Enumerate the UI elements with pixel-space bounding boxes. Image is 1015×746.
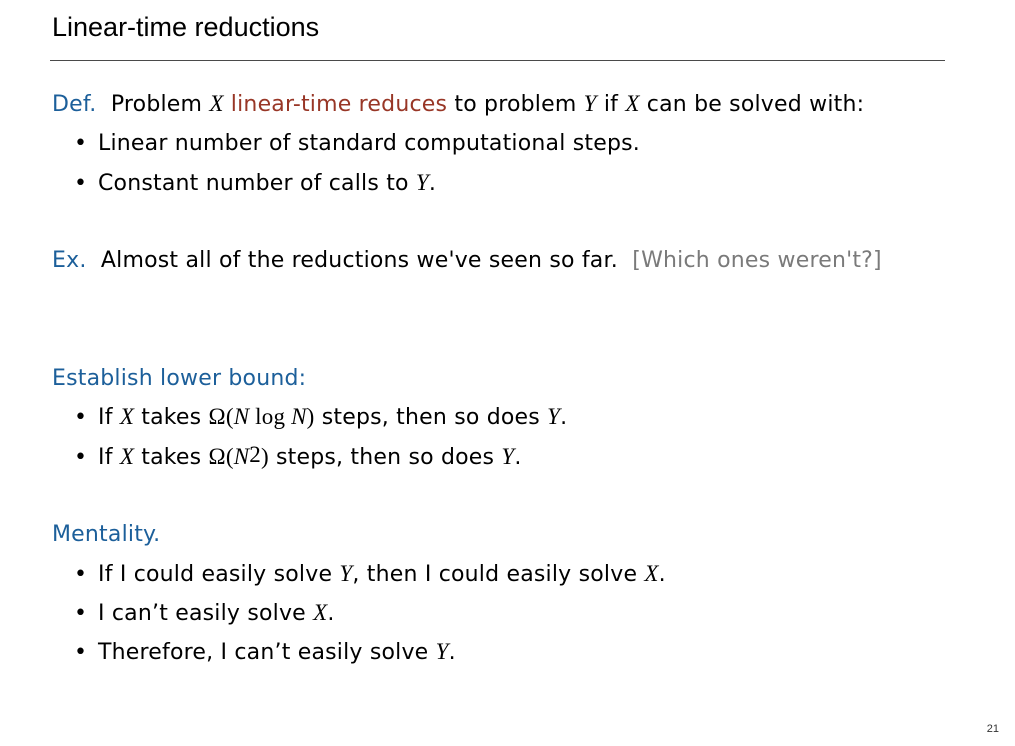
lb1-text-3: steps, then so does bbox=[314, 405, 548, 430]
def-var-x: X bbox=[209, 91, 224, 116]
m3-var-y: Y bbox=[435, 639, 449, 664]
def-text-3: if bbox=[596, 92, 626, 117]
def-label: Def. bbox=[52, 92, 97, 117]
lb2-text-1: If bbox=[98, 445, 120, 470]
lb2-exponent: 2 bbox=[249, 442, 261, 467]
m2-text: I can’t easily solve bbox=[98, 601, 314, 626]
m1-var-y: Y bbox=[339, 561, 353, 586]
lb2-var-y: Y bbox=[501, 444, 515, 469]
bullet-icon: • bbox=[74, 171, 88, 196]
page-number: 21 bbox=[986, 723, 999, 735]
bullet-icon: • bbox=[74, 640, 88, 665]
lb1-var-y: Y bbox=[547, 404, 561, 429]
ex-aside: [Which ones weren't?] bbox=[632, 248, 882, 273]
lb2-var-x: X bbox=[119, 444, 135, 469]
lb2-text-3: steps, then so does bbox=[268, 445, 502, 470]
example-line: Ex. Almost all of the reductions we've s… bbox=[52, 247, 882, 275]
lb2-text-2: takes bbox=[134, 445, 209, 470]
m2-var-x: X bbox=[313, 600, 328, 625]
lb1-text-2: takes bbox=[134, 405, 209, 430]
m1-var-x: X bbox=[644, 561, 659, 586]
lb2-close: ) bbox=[260, 444, 269, 469]
m3-end: . bbox=[448, 640, 456, 665]
lb2-omega: Ω( bbox=[208, 444, 234, 469]
bullet-icon: • bbox=[74, 445, 88, 470]
m3-text: Therefore, I can’t easily solve bbox=[98, 640, 436, 665]
def-var-x2: X bbox=[625, 91, 640, 116]
def-var-y: Y bbox=[583, 91, 597, 116]
lb1-omega: Ω( bbox=[208, 404, 234, 429]
m1-end: . bbox=[658, 562, 666, 587]
def-text-2: to problem bbox=[447, 92, 584, 117]
lb2-end: . bbox=[514, 445, 522, 470]
def-bullet-2-end: . bbox=[428, 171, 437, 196]
def-text-4: can be solved with: bbox=[639, 92, 865, 117]
title-divider bbox=[50, 60, 945, 61]
lb1-log: log bbox=[249, 404, 292, 429]
def-bullet-1: Linear number of standard computational … bbox=[98, 131, 640, 156]
lb1-n2: N bbox=[291, 404, 307, 429]
slide-title: Linear-time reductions bbox=[52, 12, 320, 42]
def-highlight: linear-time reduces bbox=[223, 92, 448, 117]
mentality-heading: Mentality. bbox=[52, 522, 161, 547]
lb1-text-1: If bbox=[98, 405, 120, 430]
list-item: • If X takes Ω(N log N) steps, then so do… bbox=[74, 403, 567, 432]
bullet-icon: • bbox=[74, 601, 88, 626]
list-item: • Constant number of calls to Y. bbox=[74, 169, 436, 198]
lb1-end: . bbox=[560, 405, 568, 430]
lb1-close: ) bbox=[306, 404, 315, 429]
ex-text: Almost all of the reductions we've seen … bbox=[93, 248, 618, 273]
bullet-icon: • bbox=[74, 131, 88, 156]
def-bullet-2-var: Y bbox=[415, 170, 429, 195]
def-text-1: Problem bbox=[110, 92, 210, 117]
m1-text-2: , then I could easily solve bbox=[352, 562, 645, 587]
lower-bound-heading: Establish lower bound: bbox=[52, 366, 307, 391]
bullet-icon: • bbox=[74, 562, 88, 587]
definition-line: Def. Problem X linear-time reduces to pr… bbox=[52, 90, 864, 119]
bullet-icon: • bbox=[74, 405, 88, 430]
list-item: • If I could easily solve Y, then I could… bbox=[74, 560, 666, 589]
list-item: • Linear number of standard computational… bbox=[74, 130, 640, 158]
m1-text-1: If I could easily solve bbox=[98, 562, 340, 587]
ex-label: Ex. bbox=[52, 248, 87, 273]
list-item: • Therefore, I can’t easily solve Y. bbox=[74, 638, 456, 667]
list-item: • If X takes Ω(N2) steps, then so does Y. bbox=[74, 442, 522, 472]
lb1-n1: N bbox=[233, 404, 250, 429]
def-bullet-2-text: Constant number of calls to bbox=[98, 171, 416, 196]
lb1-var-x: X bbox=[119, 404, 135, 429]
lb2-n: N bbox=[233, 444, 250, 469]
m2-end: . bbox=[327, 601, 335, 626]
list-item: • I can’t easily solve X. bbox=[74, 599, 335, 628]
